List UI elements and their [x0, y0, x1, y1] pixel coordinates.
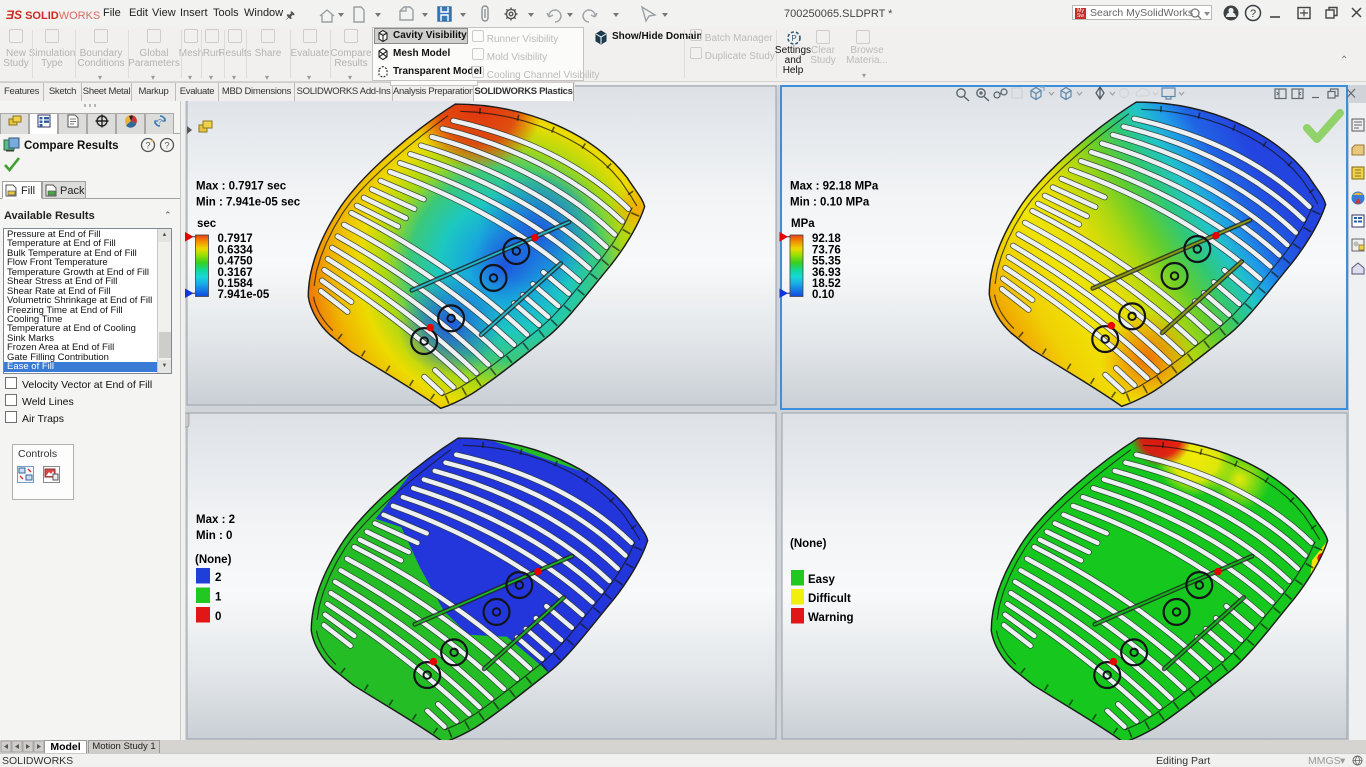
svg-text:Warning: Warning [808, 612, 854, 624]
svg-text:sec: sec [197, 218, 217, 230]
svg-text:0.10: 0.10 [812, 289, 834, 301]
svg-text:0.4750: 0.4750 [218, 256, 253, 268]
svg-text:0.1584: 0.1584 [218, 278, 254, 290]
svg-text:0.7917: 0.7917 [218, 233, 253, 245]
svg-text:92.18: 92.18 [812, 233, 841, 245]
svg-text:Max : 0.7917 sec: Max : 0.7917 sec [196, 181, 287, 193]
svg-text:0.6334: 0.6334 [218, 244, 254, 256]
svg-text:Min : 0.10 MPa: Min : 0.10 MPa [790, 197, 870, 209]
svg-text:Max : 92.18 MPa: Max : 92.18 MPa [790, 181, 879, 193]
svg-text:73.76: 73.76 [812, 244, 841, 256]
svg-text:MPa: MPa [791, 218, 815, 230]
svg-text:55.35: 55.35 [812, 256, 841, 268]
svg-text:36.93: 36.93 [812, 267, 841, 279]
svg-text:0.3167: 0.3167 [218, 267, 253, 279]
svg-text:(None): (None) [195, 554, 232, 566]
svg-text:?: ? [164, 141, 169, 151]
svg-text:18.52: 18.52 [812, 278, 841, 290]
svg-text:(None): (None) [790, 538, 827, 550]
svg-text:Min : 7.941e-05 sec: Min : 7.941e-05 sec [196, 197, 301, 209]
svg-text:0: 0 [215, 611, 221, 623]
svg-text:2: 2 [215, 572, 221, 584]
svg-text:7.941e-05: 7.941e-05 [218, 289, 270, 301]
svg-text:1: 1 [215, 592, 222, 604]
svg-text:Easy: Easy [808, 574, 835, 586]
svg-text:Max : 2: Max : 2 [196, 514, 235, 526]
svg-text:Min : 0: Min : 0 [196, 530, 232, 542]
svg-text:?: ? [1250, 8, 1256, 20]
svg-text:?: ? [158, 119, 162, 126]
svg-text:Difficult: Difficult [808, 593, 851, 605]
svg-text:?: ? [145, 141, 150, 151]
svg-text:P: P [791, 34, 796, 43]
